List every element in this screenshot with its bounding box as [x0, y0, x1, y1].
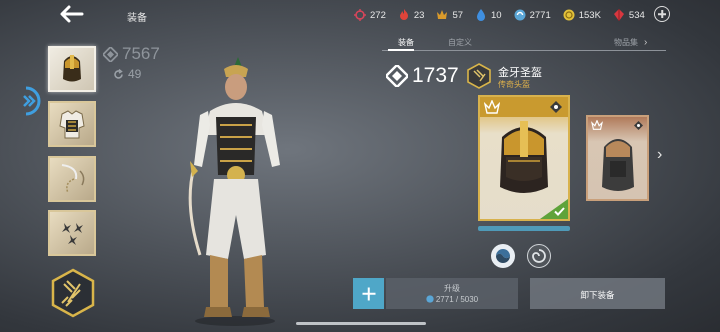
gold-crown-icon — [437, 10, 448, 19]
refresh-icon — [114, 68, 123, 79]
currency-item[interactable]: 272 — [354, 9, 386, 21]
page-title: 装备 — [127, 13, 147, 24]
upgrade-cost: 2771 / 5030 — [386, 295, 518, 304]
shuriken-icon — [62, 223, 83, 245]
character-power: 7567 — [103, 44, 160, 64]
unequip-button[interactable]: 卸下装备 — [530, 278, 665, 309]
tab-customize[interactable]: 自定义 — [448, 37, 472, 48]
currency-item[interactable]: 153K — [563, 9, 601, 21]
blue-drop-icon — [477, 9, 486, 21]
gold-coin-icon — [563, 9, 575, 21]
red-gem-icon — [613, 9, 624, 21]
item-card-selected[interactable] — [478, 95, 570, 221]
blue-coin-icon — [426, 295, 434, 303]
home-indicator — [296, 322, 426, 325]
tab-chevron-right-icon[interactable]: › — [644, 37, 647, 48]
helmet-icon — [63, 55, 81, 82]
slot-helmet[interactable] — [48, 46, 96, 92]
hood-helmet-icon — [602, 139, 634, 191]
currency-bar: 272 23 57 10 2771 153K 534 — [354, 7, 657, 23]
top-bar: 装备 272 23 57 10 2771 153K 534 — [0, 0, 720, 30]
slot-armor[interactable] — [48, 101, 96, 147]
tab-bar: 装备 自定义 物品集 — [382, 34, 666, 51]
golden-helmet-icon — [500, 121, 548, 193]
spiral-icon — [532, 249, 546, 263]
crown-badge-icon — [484, 100, 500, 114]
red-ring-icon — [354, 9, 366, 21]
next-item-chevron-icon[interactable]: › — [657, 146, 662, 164]
hero-character[interactable] — [170, 55, 300, 327]
power-diamond-icon — [103, 46, 118, 62]
currency-item[interactable]: 57 — [436, 9, 463, 21]
item-card-alternate[interactable] — [586, 115, 649, 201]
currency-item[interactable]: 10 — [475, 9, 502, 21]
item-power: 1737 — [386, 64, 459, 88]
add-currency-button[interactable] — [654, 6, 670, 22]
crown-badge-icon — [591, 120, 603, 130]
currency-item[interactable]: 23 — [398, 9, 424, 21]
slot-ranged[interactable] — [48, 210, 96, 256]
add-material-button[interactable] — [353, 278, 384, 309]
slot-magic[interactable] — [50, 268, 96, 318]
settings-badge-icon[interactable] — [550, 101, 562, 113]
back-arrow-icon[interactable] — [58, 4, 84, 24]
tab-equipment[interactable]: 装备 — [398, 37, 414, 48]
blue-coin-icon — [514, 9, 526, 21]
upgrade-label: 升级 — [444, 284, 460, 293]
tab-item-sets[interactable]: 物品集 — [614, 37, 638, 48]
settings-badge-icon[interactable] — [634, 121, 643, 130]
side-menu-arrow-icon[interactable] — [22, 86, 44, 116]
currency-item[interactable]: 2771 — [514, 9, 551, 21]
active-tab-indicator — [388, 49, 414, 51]
slot-weapon[interactable] — [48, 156, 96, 202]
red-flame-icon — [399, 9, 408, 20]
currency-item[interactable]: 534 — [613, 9, 645, 21]
armor-icon — [59, 110, 85, 139]
chain-sickle-icon — [61, 164, 85, 194]
dye-button[interactable] — [491, 244, 515, 268]
character-sub-stat: 49 — [113, 67, 141, 81]
power-diamond-icon — [386, 65, 408, 87]
enchant-button[interactable] — [527, 244, 551, 268]
card-progress-bar — [478, 226, 570, 231]
swirl-icon — [496, 249, 510, 263]
item-type-hex-icon — [467, 63, 491, 89]
checkmark-icon — [554, 207, 565, 216]
upgrade-button[interactable]: 升级 2771 / 5030 — [386, 278, 518, 309]
item-rarity-type: 传奇头盔 — [498, 80, 530, 89]
item-name: 金牙圣盔 — [498, 67, 542, 79]
